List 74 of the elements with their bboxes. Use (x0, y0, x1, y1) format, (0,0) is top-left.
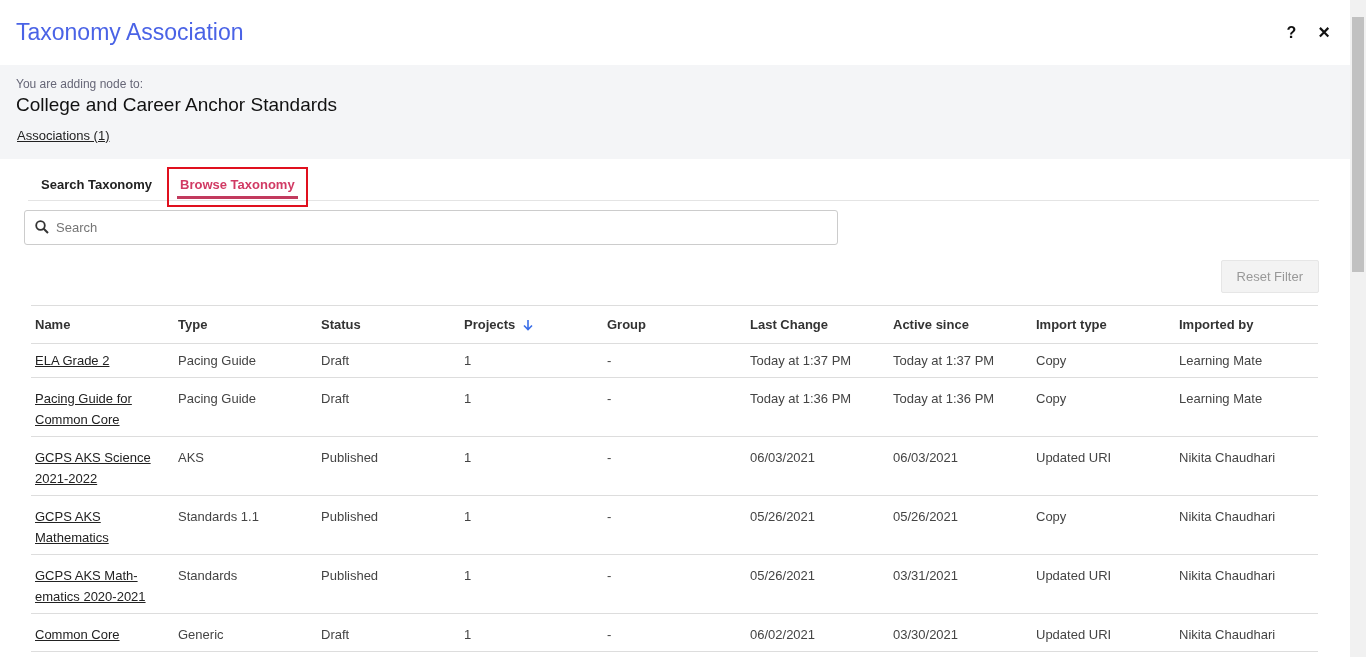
table-cell: Draft (321, 627, 350, 642)
scrollbar[interactable] (1350, 0, 1366, 657)
table-cell: Published (321, 568, 379, 583)
taxonomy-name-link[interactable]: Pacing Guide for Common Core (35, 388, 154, 430)
table-cell: Draft (321, 391, 350, 406)
tab[interactable]: Search Taxonomy (28, 167, 166, 207)
tab[interactable]: Browse Taxonomy (167, 167, 308, 207)
taxonomy-name-link[interactable]: GCPS AKS Math-ematics 2020-2021 (35, 565, 154, 607)
column-header[interactable]: Status (321, 317, 361, 332)
column-header[interactable]: Type (178, 317, 208, 332)
column-header[interactable]: Projects (464, 317, 516, 332)
table-cell: Today at 1:37 PM (893, 353, 995, 368)
taxonomy-name-link[interactable]: Common Core (35, 624, 120, 645)
table-cell: Updated URI (1036, 450, 1112, 465)
table-cell: Nikita Chaudhari (1179, 509, 1276, 524)
table-cell: - (607, 627, 612, 642)
table-cell: Updated URI (1036, 568, 1112, 583)
table-cell: Learning Mate (1179, 353, 1263, 368)
table-cell: Nikita Chaudhari (1179, 627, 1276, 642)
table-cell: Published (321, 509, 379, 524)
table-cell: Standards (178, 568, 238, 583)
table-cell: Today at 1:36 PM (893, 391, 995, 406)
table-cell: Published (321, 450, 379, 465)
column-header[interactable]: Imported by (1179, 317, 1254, 332)
table-cell: AKS (178, 450, 204, 465)
table-cell: Nikita Chaudhari (1179, 568, 1276, 583)
search-field[interactable]: Search (24, 210, 838, 245)
table-cell: 06/02/2021 (750, 627, 816, 642)
table-cell: Copy (1036, 353, 1067, 368)
table-cell: Today at 1:36 PM (750, 391, 852, 406)
table-cell: - (607, 450, 612, 465)
table-cell: Draft (321, 353, 350, 368)
table-cell: Generic (178, 627, 224, 642)
taxonomy-name-link[interactable]: GCPS AKS Science 2021-2022 (35, 447, 154, 489)
table-cell: 1 (464, 391, 472, 406)
taxonomy-name-link[interactable]: GCPS AKS Mathematics (35, 506, 154, 548)
table-cell: Nikita Chaudhari (1179, 450, 1276, 465)
node-title: College and Career Anchor Standards (16, 94, 338, 116)
table-cell: 1 (464, 353, 472, 368)
table-cell: Today at 1:37 PM (750, 353, 852, 368)
table-cell: Updated URI (1036, 627, 1112, 642)
context-caption: You are adding node to: (16, 77, 143, 91)
table-cell: Pacing Guide (178, 353, 257, 368)
table-cell: Standards 1.1 (178, 509, 259, 524)
table-cell: 05/26/2021 (893, 509, 959, 524)
table-cell: - (607, 509, 612, 524)
column-header[interactable]: Group (607, 317, 646, 332)
table-cell: Copy (1036, 509, 1067, 524)
table-cell: 1 (464, 509, 472, 524)
table-cell: Learning Mate (1179, 391, 1263, 406)
column-header[interactable]: Active since (893, 317, 969, 332)
column-header[interactable]: Last Change (750, 317, 828, 332)
close-button[interactable]: × (1314, 19, 1334, 46)
table-cell: 06/03/2021 (750, 450, 816, 465)
table-cell: 03/31/2021 (893, 568, 959, 583)
table-cell: 1 (464, 450, 472, 465)
table-cell: 03/30/2021 (893, 627, 959, 642)
table-cell: - (607, 353, 612, 368)
table-cell: Copy (1036, 391, 1067, 406)
column-header[interactable]: Import type (1036, 317, 1107, 332)
table-cell: - (607, 391, 612, 406)
taxonomy-name-link[interactable]: ELA Grade 2 (35, 350, 110, 371)
dialog-title: Taxonomy Association (16, 19, 244, 46)
table-cell: Pacing Guide (178, 391, 257, 406)
table-cell: 1 (464, 627, 472, 642)
table-cell: 06/03/2021 (893, 450, 959, 465)
table-cell: 05/26/2021 (750, 509, 816, 524)
table-cell: 05/26/2021 (750, 568, 816, 583)
help-button[interactable]: ? (1282, 19, 1301, 46)
sort-arrow-icon[interactable] (523, 318, 534, 331)
column-header[interactable]: Name (35, 317, 71, 332)
associations-link[interactable]: Associations (1) (17, 128, 110, 143)
table-cell: 1 (464, 568, 472, 583)
table-cell: - (607, 568, 612, 583)
